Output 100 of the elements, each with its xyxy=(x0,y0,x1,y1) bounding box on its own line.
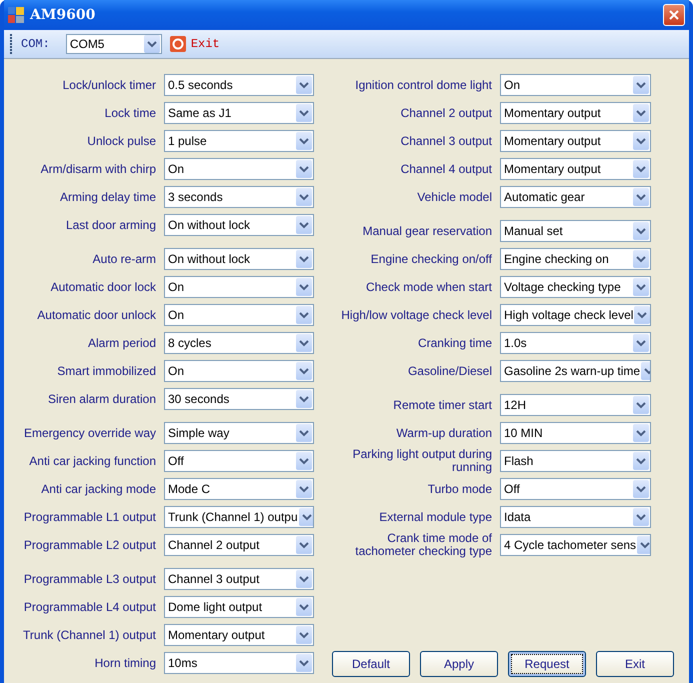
dropdown[interactable]: On xyxy=(164,158,314,180)
dropdown[interactable]: Engine checking on xyxy=(500,248,651,270)
dropdown[interactable]: Off xyxy=(500,478,651,500)
field-label: Cranking time xyxy=(416,336,492,350)
chevron-down-icon xyxy=(633,424,649,442)
chevron-down-icon xyxy=(296,570,312,588)
dropdown[interactable]: Flash xyxy=(500,450,651,472)
field-label: Warm-up duration xyxy=(395,426,492,440)
dropdown[interactable]: On xyxy=(164,304,314,326)
grip-icon xyxy=(10,34,13,54)
chevron-down-icon xyxy=(296,160,312,178)
field-label: Horn timing xyxy=(94,656,156,670)
field-label: Lock time xyxy=(104,106,156,120)
dropdown[interactable]: 8 cycles xyxy=(164,332,314,354)
dropdown[interactable]: COM5 xyxy=(66,34,162,54)
dropdown[interactable]: 10ms xyxy=(164,652,314,674)
app-icon xyxy=(8,6,24,23)
dropdown[interactable]: Gasoline 2s warn-up time xyxy=(500,360,651,382)
dropdown[interactable]: On without lock xyxy=(164,248,314,270)
dropdown[interactable]: Momentary output xyxy=(500,102,651,124)
field-label: Programmable L3 output xyxy=(22,572,156,586)
field-label: Arm/disarm with chirp xyxy=(40,162,156,176)
chevron-down-icon xyxy=(296,188,312,206)
com-label: COM: xyxy=(21,36,50,51)
dropdown[interactable]: Dome light output xyxy=(164,596,314,618)
dropdown[interactable]: High voltage check level xyxy=(500,304,651,326)
dropdown[interactable]: Manual set xyxy=(500,220,651,242)
chevron-down-icon xyxy=(296,76,312,94)
dropdown[interactable]: On xyxy=(164,276,314,298)
chevron-down-icon xyxy=(633,160,649,178)
chevron-down-icon xyxy=(296,306,312,324)
chevron-down-icon xyxy=(633,480,649,498)
chevron-down-icon xyxy=(296,626,312,644)
chevron-down-icon xyxy=(296,654,312,672)
dropdown[interactable]: Channel 2 output xyxy=(164,534,314,556)
field-label: Programmable L2 output xyxy=(22,538,156,552)
dialog-button[interactable]: Request xyxy=(508,651,586,677)
field-label: Parking light output during running xyxy=(352,448,492,474)
dropdown[interactable]: Mode C xyxy=(164,478,314,500)
dropdown[interactable]: On xyxy=(164,360,314,382)
field-label: High/low voltage check level xyxy=(340,308,492,322)
field-label: Arming delay time xyxy=(58,190,156,204)
chevron-down-icon xyxy=(633,250,649,268)
dropdown[interactable]: 30 seconds xyxy=(164,388,314,410)
close-icon xyxy=(668,8,680,21)
chevron-down-icon xyxy=(296,452,312,470)
chevron-down-icon xyxy=(634,306,650,324)
field-label: Alarm period xyxy=(86,336,156,350)
chevron-down-icon xyxy=(298,508,313,526)
chevron-down-icon xyxy=(296,104,312,122)
exit-tool-button[interactable]: Exit xyxy=(170,36,220,52)
close-button[interactable] xyxy=(663,4,685,26)
field-label: Gasoline/Diesel xyxy=(406,364,492,378)
chevron-down-icon xyxy=(633,452,649,470)
chevron-down-icon xyxy=(296,390,312,408)
chevron-down-icon xyxy=(296,598,312,616)
dialog-button[interactable]: Exit xyxy=(596,651,674,677)
dropdown[interactable]: Momentary output xyxy=(500,130,651,152)
chevron-down-icon xyxy=(296,480,312,498)
dropdown[interactable]: Channel 3 output xyxy=(164,568,314,590)
field-label: Anti car jacking function xyxy=(28,454,156,468)
chevron-down-icon xyxy=(633,188,649,206)
dialog-button[interactable]: Default xyxy=(332,651,410,677)
chevron-down-icon xyxy=(296,216,312,234)
field-label: Ignition control dome light xyxy=(354,78,492,92)
chevron-down-icon xyxy=(633,334,649,352)
field-label: Programmable L4 output xyxy=(22,600,156,614)
dropdown[interactable]: Simple way xyxy=(164,422,314,444)
field-label: Smart immobilized xyxy=(56,364,156,378)
dropdown[interactable]: Same as J1 xyxy=(164,102,314,124)
window-title: AM9600 xyxy=(30,6,96,23)
dropdown[interactable]: Trunk (Channel 1) outpu xyxy=(164,506,314,528)
field-label: Trunk (Channel 1) output xyxy=(22,628,156,642)
dropdown[interactable]: 1 pulse xyxy=(164,130,314,152)
dialog-button[interactable]: Apply xyxy=(420,651,498,677)
field-label: Channel 3 output xyxy=(400,134,492,148)
dropdown[interactable]: Automatic gear xyxy=(500,186,651,208)
dropdown[interactable]: Idata xyxy=(500,506,651,528)
dropdown[interactable]: 0.5 seconds xyxy=(164,74,314,96)
chevron-down-icon xyxy=(633,508,649,526)
dropdown[interactable]: Momentary output xyxy=(500,158,651,180)
dropdown[interactable]: 12H xyxy=(500,394,651,416)
chevron-down-icon xyxy=(296,278,312,296)
dropdown[interactable]: On xyxy=(500,74,651,96)
dropdown[interactable]: Off xyxy=(164,450,314,472)
chevron-down-icon xyxy=(633,104,649,122)
field-label: External module type xyxy=(378,510,492,524)
dropdown[interactable]: 4 Cycle tachometer sens xyxy=(500,534,651,556)
field-label: Turbo mode xyxy=(426,482,492,496)
dropdown[interactable]: Voltage checking type xyxy=(500,276,651,298)
dropdown[interactable]: Momentary output xyxy=(164,624,314,646)
field-label: Lock/unlock timer xyxy=(62,78,156,92)
field-label: Crank time mode of tachometer checking type xyxy=(354,532,492,558)
chevron-down-icon xyxy=(633,222,649,240)
dropdown[interactable]: 1.0s xyxy=(500,332,651,354)
dropdown[interactable]: 3 seconds xyxy=(164,186,314,208)
dropdown[interactable]: On without lock xyxy=(164,214,314,236)
dropdown[interactable]: 10 MIN xyxy=(500,422,651,444)
chevron-down-icon xyxy=(296,362,312,380)
field-label: Emergency override way xyxy=(22,426,156,440)
